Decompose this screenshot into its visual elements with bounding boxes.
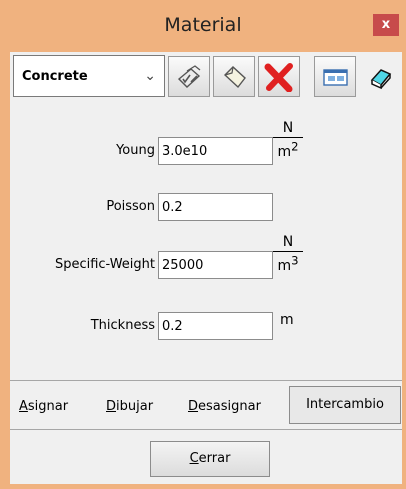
- poisson-label: Poisson: [106, 199, 155, 214]
- window-title: Material: [164, 14, 242, 36]
- eraser-button[interactable]: [368, 66, 394, 90]
- thickness-unit: m: [280, 312, 294, 328]
- close-label: errar: [198, 451, 231, 466]
- eraser-icon: [370, 69, 392, 90]
- young-unit: N m2: [273, 120, 303, 160]
- new-material-button[interactable]: [213, 56, 255, 97]
- young-unit-exponent: 2: [291, 139, 299, 153]
- young-label: Young: [116, 143, 155, 158]
- specific-weight-unit-numerator: N: [282, 234, 294, 250]
- delete-material-button[interactable]: [258, 56, 300, 97]
- draw-button[interactable]: Dibujar: [106, 399, 153, 414]
- draw-label: ibujar: [116, 399, 154, 414]
- specific-weight-unit: N m3: [273, 234, 303, 274]
- fraction-bar: [273, 137, 303, 138]
- unassign-label: esasignar: [198, 399, 261, 414]
- dialog-button[interactable]: [314, 56, 356, 97]
- draw-accelerator: D: [106, 399, 117, 414]
- specific-weight-unit-den-base: m: [277, 257, 292, 274]
- close-accelerator: C: [189, 451, 199, 466]
- edit-material-button[interactable]: [168, 56, 210, 97]
- specific-weight-label: Specific-Weight: [54, 257, 155, 272]
- young-unit-numerator: N: [282, 120, 294, 136]
- material-select[interactable]: Concrete ⌄: [13, 55, 165, 97]
- material-select-value: Concrete: [22, 69, 88, 84]
- exchange-button[interactable]: Intercambio: [289, 386, 401, 424]
- close-button[interactable]: Cerrar: [150, 441, 270, 477]
- assign-accelerator: A: [19, 399, 28, 414]
- dialog-icon: [323, 69, 348, 86]
- delete-icon: [264, 63, 293, 92]
- close-window-button[interactable]: x: [373, 14, 399, 36]
- young-input[interactable]: [158, 137, 273, 165]
- chevron-down-icon: ⌄: [144, 68, 156, 84]
- thickness-input[interactable]: [158, 312, 273, 340]
- fraction-bar: [273, 251, 303, 252]
- unassign-accelerator: D: [188, 399, 199, 414]
- title-bar[interactable]: Material x: [0, 0, 406, 52]
- material-window: Material x Concrete ⌄ Young 3.0e10 N m2 …: [0, 0, 406, 489]
- new-material-icon: [223, 66, 246, 89]
- specific-weight-input[interactable]: [158, 251, 273, 279]
- assign-label: signar: [27, 399, 69, 414]
- thickness-label: Thickness: [90, 318, 155, 333]
- edit-checklist-icon: [177, 65, 201, 88]
- unassign-button[interactable]: Desasignar: [188, 399, 261, 414]
- young-unit-denominator: m2: [277, 139, 298, 160]
- specific-weight-unit-denominator: m3: [277, 253, 298, 274]
- specific-weight-unit-exponent: 3: [291, 253, 299, 267]
- assign-button[interactable]: Asignar: [19, 399, 68, 414]
- young-unit-den-base: m: [277, 143, 292, 160]
- poisson-input[interactable]: [158, 193, 273, 221]
